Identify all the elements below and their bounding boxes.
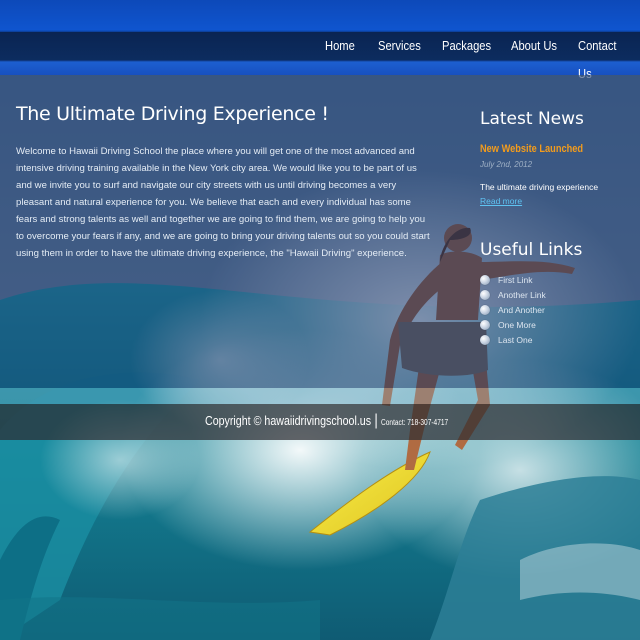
useful-links-list: First Link Another Link And Another One … [480, 272, 546, 347]
nav-about-us[interactable]: About Us [511, 32, 557, 60]
nav-contact-us[interactable]: Contact Us [578, 32, 631, 81]
read-more-link[interactable]: Read more [480, 196, 522, 206]
bullet-icon [480, 319, 490, 330]
nav-home[interactable]: Home [325, 32, 355, 60]
nav-packages[interactable]: Packages [442, 32, 491, 60]
latest-news-heading: Latest News [480, 109, 584, 129]
news-item-summary: The ultimate driving experience [480, 182, 599, 192]
intro-paragraph: Welcome to Hawaii Driving School the pla… [16, 146, 430, 259]
news-item-title: New Website Launched [480, 143, 584, 155]
footer-divider-band [0, 388, 640, 404]
news-item-date: July 2nd, 2012 [480, 160, 533, 169]
useful-link-first[interactable]: First Link [480, 272, 546, 287]
useful-link-another[interactable]: Another Link [480, 287, 546, 302]
useful-link-label: Last One [498, 334, 533, 345]
bullet-icon [480, 289, 490, 300]
useful-link-and-another[interactable]: And Another [480, 302, 546, 317]
footer-text: Copyright © hawaiidrivingschool.us | Conta… [205, 412, 448, 430]
footer-separator: | [374, 412, 378, 429]
copyright-text: Copyright © hawaiidrivingschool.us [205, 413, 372, 428]
bullet-icon [480, 274, 490, 285]
bullet-icon [480, 304, 490, 315]
page-title: The Ultimate Driving Experience ! [16, 103, 329, 125]
bullet-icon [480, 334, 490, 345]
useful-links-heading: Useful Links [480, 240, 583, 260]
useful-link-label: One More [498, 319, 536, 330]
useful-link-label: Another Link [498, 289, 546, 300]
nav-services[interactable]: Services [378, 32, 421, 60]
useful-link-one-more[interactable]: One More [480, 317, 546, 332]
contact-phone: Contact: 718-307-4717 [381, 418, 449, 427]
useful-link-label: First Link [498, 274, 533, 285]
useful-link-last-one[interactable]: Last One [480, 332, 546, 347]
useful-link-label: And Another [498, 304, 545, 315]
